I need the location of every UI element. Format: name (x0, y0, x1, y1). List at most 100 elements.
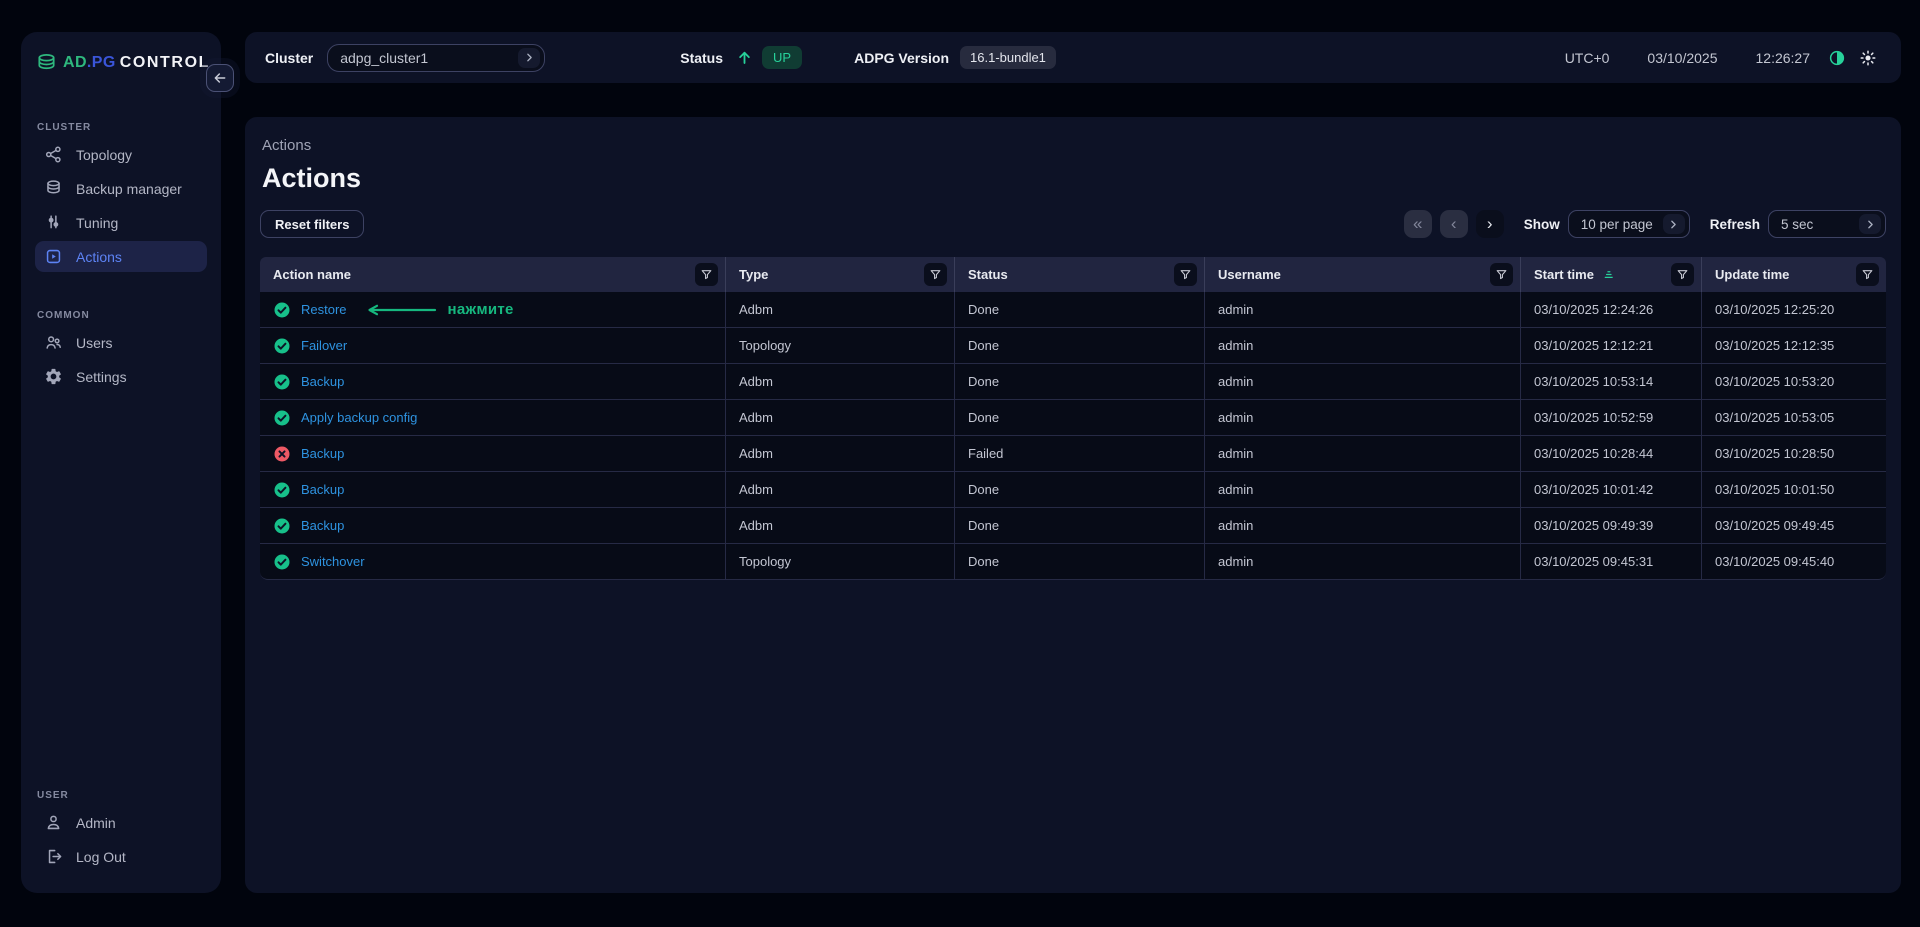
column-header-action-name: Action name (260, 257, 726, 292)
cell-type: Adbm (726, 436, 955, 472)
success-check-icon (273, 409, 291, 427)
main-panel: Actions Actions Reset filters « ‹ › Show… (245, 117, 1901, 893)
cell-update-time: 03/10/2025 09:49:45 (1702, 508, 1886, 544)
cluster-select[interactable]: adpg_cluster1 (327, 43, 546, 72)
cell-username: admin (1205, 508, 1521, 544)
nav-section-label-user: USER (37, 790, 69, 801)
nav-section-label-cluster: CLUSTER (37, 122, 92, 133)
filter-icon (1495, 268, 1508, 281)
per-page-value: 10 per page (1580, 216, 1653, 232)
chevron-right-icon (1662, 214, 1685, 234)
action-link[interactable]: Failover (301, 338, 347, 353)
filter-icon (1861, 268, 1874, 281)
sidebar-item-topology[interactable]: Topology (35, 139, 207, 170)
cell-username: admin (1205, 400, 1521, 436)
cluster-select-value: adpg_cluster1 (340, 49, 429, 66)
sort-icon[interactable] (1603, 267, 1618, 282)
cell-action-name: Backup (260, 508, 726, 544)
column-title: Type (739, 267, 769, 282)
cell-start-time: 03/10/2025 12:24:26 (1521, 292, 1702, 328)
sidebar-item-label: Actions (76, 248, 122, 265)
sidebar-item-label: Topology (76, 146, 133, 163)
cell-update-time: 03/10/2025 09:45:40 (1702, 544, 1886, 580)
cell-action-name: Backup (260, 436, 726, 472)
action-link[interactable]: Backup (301, 482, 344, 497)
action-link[interactable]: Switchover (301, 554, 365, 569)
cell-username: admin (1205, 292, 1521, 328)
sidebar-item-label: Users (76, 334, 113, 351)
sidebar-item-log-out[interactable]: Log Out (35, 841, 207, 872)
sidebar-item-tuning[interactable]: Tuning (35, 207, 207, 238)
cell-status: Done (955, 508, 1205, 544)
cell-action-name: Backup (260, 364, 726, 400)
action-link[interactable]: Backup (301, 374, 344, 389)
filter-button-update-time[interactable] (1856, 263, 1879, 286)
filter-button-type[interactable] (924, 263, 947, 286)
date-value: 03/10/2025 (1647, 49, 1718, 66)
arrow-up-icon (739, 51, 750, 64)
sidebar-item-users[interactable]: Users (35, 327, 207, 358)
filter-button-action-name[interactable] (695, 263, 718, 286)
light-mode-sun-icon[interactable] (1859, 49, 1877, 67)
cell-action-name: Apply backup config (260, 400, 726, 436)
filter-icon (700, 268, 713, 281)
annotation-text: нажмите (447, 301, 514, 318)
column-header-status: Status (955, 257, 1205, 292)
cell-status: Failed (955, 436, 1205, 472)
arrow-left-icon (214, 73, 226, 83)
cell-status: Done (955, 364, 1205, 400)
previous-page-button[interactable]: ‹ (1439, 210, 1468, 238)
sidebar-item-settings[interactable]: Settings (35, 361, 207, 392)
actions-table: Action name Type Status Username Start time U… (260, 257, 1886, 580)
filter-button-start-time[interactable] (1671, 263, 1694, 286)
cell-status: Done (955, 400, 1205, 436)
sidebar-item-label: Tuning (76, 214, 119, 231)
timezone-value: UTC+0 (1564, 49, 1610, 66)
version-label: ADPG Version (854, 49, 950, 66)
sidebar-item-label: Admin (76, 814, 116, 831)
status-label: Status (680, 49, 724, 66)
success-check-icon (273, 481, 291, 499)
action-link[interactable]: Apply backup config (301, 410, 417, 425)
sidebar-item-admin[interactable]: Admin (35, 807, 207, 838)
sidebar-item-backup-manager[interactable]: Backup manager (35, 173, 207, 204)
users-icon (44, 333, 63, 352)
reset-filters-button[interactable]: Reset filters (260, 210, 365, 238)
contrast-toggle-icon[interactable] (1828, 49, 1846, 67)
time-value: 12:26:27 (1755, 49, 1811, 66)
cell-action-name: Backup (260, 472, 726, 508)
refresh-interval-select[interactable]: 5 sec (1768, 210, 1886, 238)
column-title: Start time (1534, 267, 1594, 282)
cell-type: Adbm (726, 508, 955, 544)
filter-icon (1179, 268, 1192, 281)
sidebar-item-label: Settings (76, 368, 127, 385)
success-check-icon (273, 373, 291, 391)
first-page-button[interactable]: « (1403, 210, 1432, 238)
action-link[interactable]: Restore (301, 302, 347, 317)
refresh-label: Refresh (1709, 216, 1760, 232)
column-header-update-time: Update time (1702, 257, 1886, 292)
version-badge: 16.1-bundle1 (960, 46, 1056, 69)
action-link[interactable]: Backup (301, 446, 344, 461)
filter-button-username[interactable] (1490, 263, 1513, 286)
sidebar-collapse-button[interactable] (206, 64, 234, 92)
adpg-version: ADPG Version 16.1-bundle1 (854, 46, 1056, 69)
nav-section-label-common: COMMON (37, 310, 90, 321)
filter-icon (1676, 268, 1689, 281)
cell-status: Done (955, 292, 1205, 328)
filter-button-status[interactable] (1174, 263, 1197, 286)
cell-status: Done (955, 328, 1205, 364)
show-label: Show (1523, 216, 1560, 232)
annotation: нажмите (366, 301, 514, 318)
next-page-button[interactable]: › (1475, 210, 1504, 238)
app-logo: AD.PG CONTROL (21, 48, 221, 78)
column-title: Action name (273, 267, 352, 282)
success-check-icon (273, 517, 291, 535)
cell-status: Done (955, 472, 1205, 508)
cell-type: Topology (726, 328, 955, 364)
sidebar-item-actions[interactable]: Actions (35, 241, 207, 272)
cell-update-time: 03/10/2025 10:53:20 (1702, 364, 1886, 400)
per-page-select[interactable]: 10 per page (1567, 210, 1690, 238)
cell-start-time: 03/10/2025 10:52:59 (1521, 400, 1702, 436)
action-link[interactable]: Backup (301, 518, 344, 533)
